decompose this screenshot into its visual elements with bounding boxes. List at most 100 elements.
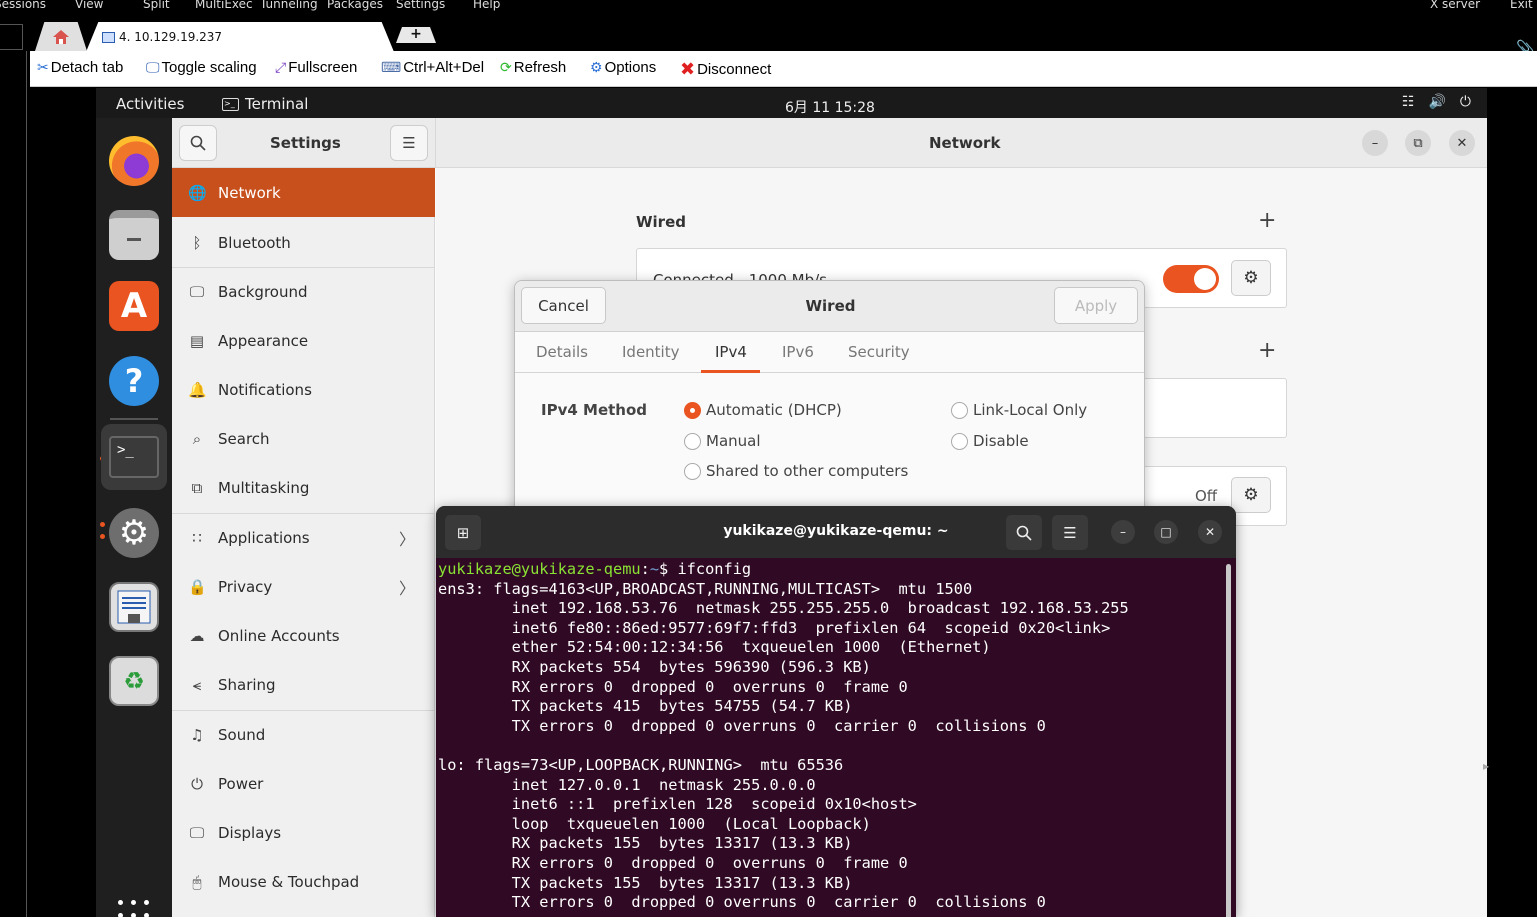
output-line: lo: flags=73<UP,LOOPBACK,RUNNING> mtu 65…	[438, 755, 844, 774]
help-launcher[interactable]: ?	[109, 356, 159, 406]
output-line: RX errors 0 dropped 0 overruns 0 frame 0	[438, 677, 908, 696]
prompt-line: yukikaze@yukikaze-qemu:~$ ifconfig	[438, 560, 752, 578]
terminal-output[interactable]: yukikaze@yukikaze-qemu:~$ ifconfig ens3: …	[438, 560, 1224, 913]
search-icon: ⌕	[192, 429, 202, 448]
mobaxterm-menubar: Sessions View Split MultiExec Tunneling …	[0, 0, 1537, 14]
minimize-button[interactable]: –	[1362, 130, 1388, 156]
terminal-launcher[interactable]: >_	[101, 424, 167, 490]
settings-sidebar-header: Settings ☰	[172, 118, 435, 168]
sidebar-item-appearance[interactable]: ▤ Appearance	[172, 316, 435, 365]
sidebar-item-network[interactable]: 🌐 Network	[172, 168, 435, 217]
sidebar-item-mouse-touchpad[interactable]: 🖱 Mouse & Touchpad	[172, 857, 435, 906]
sidebar-item-privacy[interactable]: 🔒 Privacy 〉	[172, 562, 435, 611]
menu-split[interactable]: Split	[143, 0, 170, 11]
active-app-menu[interactable]: >_ Terminal	[222, 95, 308, 113]
tab-ipv4[interactable]: IPv4	[715, 343, 747, 361]
sidebar-item-multitasking[interactable]: ⧉ Multitasking	[172, 463, 435, 512]
detach-tab-button[interactable]: ✂ Detach tab	[37, 59, 123, 76]
sidebar-item-power[interactable]: ⏻ Power	[172, 759, 435, 808]
wired-settings-button[interactable]: ⚙	[1231, 260, 1271, 296]
terminal-menu-button[interactable]: ☰	[1052, 515, 1088, 550]
menu-settings[interactable]: Settings	[396, 0, 445, 11]
gnome-top-bar: Activities >_ Terminal 6月 11 15:28 ☷ 🔊 ⏻	[96, 88, 1487, 118]
sidebar-item-search[interactable]: ⌕ Search	[172, 414, 435, 463]
terminal-scrollbar[interactable]	[1226, 564, 1231, 917]
sidebar-item-sharing[interactable]: ⪪ Sharing	[172, 660, 435, 709]
sidebar-item-sound[interactable]: ♫ Sound	[172, 710, 435, 759]
radio-automatic-dhcp[interactable]: Automatic (DHCP)	[684, 401, 842, 419]
close-button[interactable]: ✕	[1449, 130, 1475, 156]
background-icon: 🖵	[189, 282, 205, 301]
terminal-search-button[interactable]	[1006, 515, 1042, 550]
tab-details[interactable]: Details	[536, 343, 588, 361]
add-vpn-button[interactable]: +	[1258, 338, 1276, 363]
multitasking-icon: ⧉	[191, 478, 203, 497]
files-launcher[interactable]	[109, 210, 159, 260]
menu-packages[interactable]: Packages	[327, 0, 383, 11]
show-apps-button[interactable]	[118, 900, 150, 917]
wired-toggle[interactable]	[1163, 265, 1219, 293]
tab-security[interactable]: Security	[848, 343, 910, 361]
ubuntu-software-launcher[interactable]: A	[109, 281, 159, 331]
toggle-scaling-button[interactable]: 🖵 Toggle scaling	[146, 59, 257, 76]
ubuntu-dock: A ? >_ ⚙ ♻	[96, 118, 172, 917]
dialog-tabs: Details Identity IPv4 IPv6 Security	[515, 332, 1144, 373]
radio-link-local-only[interactable]: Link-Local Only	[951, 401, 1087, 419]
trash-launcher[interactable]: ♻	[109, 656, 159, 706]
mobaxterm-tabbar: 4. 10.129.19.237 + 📎	[0, 14, 1537, 57]
settings-search-button[interactable]	[179, 125, 217, 161]
search-icon	[190, 135, 206, 151]
output-line: inet 192.168.53.76 netmask 255.255.255.0…	[438, 599, 1129, 618]
tab-ipv6[interactable]: IPv6	[782, 343, 814, 361]
settings-sidebar: 🌐 Network ᛒ Bluetooth 🖵 Background ▤ Appeara…	[172, 168, 435, 917]
home-icon	[53, 29, 69, 44]
menu-exit[interactable]: Exit	[1510, 0, 1533, 11]
ctrl-alt-del-button[interactable]: ⌨ Ctrl+Alt+Del	[381, 59, 484, 76]
tab-identity[interactable]: Identity	[622, 343, 680, 361]
settings-menu-button[interactable]: ☰	[390, 125, 428, 161]
add-wired-button[interactable]: +	[1258, 208, 1276, 233]
session-tab[interactable]: 4. 10.129.19.237	[86, 22, 394, 52]
menu-help[interactable]: Help	[473, 0, 500, 11]
terminal-minimize-button[interactable]: –	[1111, 520, 1135, 544]
fullscreen-icon: ⤢	[275, 59, 287, 75]
menu-multiexec[interactable]: MultiExec	[195, 0, 253, 11]
radio-disable[interactable]: Disable	[951, 432, 1029, 450]
radio-shared[interactable]: Shared to other computers	[684, 462, 908, 480]
new-tab-button[interactable]: +	[396, 27, 436, 43]
terminal-maximize-button[interactable]: □	[1154, 520, 1178, 544]
display-icon: 🖵	[189, 823, 205, 842]
proxy-settings-button[interactable]: ⚙	[1231, 477, 1271, 513]
disconnect-button[interactable]: ✖ Disconnect	[680, 59, 771, 80]
sidebar-item-background[interactable]: 🖵 Background	[172, 267, 435, 316]
menu-sessions[interactable]: Sessions	[0, 0, 46, 11]
settings-launcher[interactable]: ⚙	[109, 508, 159, 558]
sidebar-toggle[interactable]	[0, 24, 23, 50]
cloud-icon: ☁	[189, 626, 205, 645]
system-tray[interactable]: ☷ 🔊 ⏻	[1402, 94, 1471, 110]
menu-tunneling[interactable]: Tunneling	[260, 0, 318, 11]
sidebar-item-online-accounts[interactable]: ☁ Online Accounts	[172, 611, 435, 660]
radio-manual[interactable]: Manual	[684, 432, 761, 450]
refresh-button[interactable]: ⟳ Refresh	[500, 59, 566, 76]
sidebar-item-displays[interactable]: 🖵 Displays	[172, 808, 435, 857]
sidebar-item-bluetooth[interactable]: ᛒ Bluetooth	[172, 218, 435, 267]
menu-view[interactable]: View	[75, 0, 103, 11]
menu-xserver[interactable]: X server	[1430, 0, 1480, 11]
maximize-button[interactable]: ⧉	[1405, 130, 1431, 156]
options-button[interactable]: ⚙ Options	[590, 59, 656, 76]
terminal-close-button[interactable]: ✕	[1198, 520, 1222, 544]
activities-button[interactable]: Activities	[116, 95, 184, 113]
clock[interactable]: 6月 11 15:28	[785, 97, 875, 117]
maximize-icon: □	[1160, 525, 1172, 539]
apply-button[interactable]: Apply	[1054, 287, 1138, 324]
output-line: RX packets 554 bytes 596390 (596.3 KB)	[438, 657, 871, 676]
fullscreen-button[interactable]: ⤢ Fullscreen	[275, 59, 357, 76]
software-store-icon: A	[120, 286, 148, 326]
text-editor-launcher[interactable]	[109, 582, 159, 632]
sidebar-item-notifications[interactable]: 🔔 Notifications	[172, 365, 435, 414]
sidebar-item-applications[interactable]: ∷ Applications 〉	[172, 513, 435, 562]
home-tab[interactable]	[35, 22, 87, 51]
firefox-launcher[interactable]	[109, 136, 159, 186]
terminal-icon: >_	[222, 97, 239, 111]
